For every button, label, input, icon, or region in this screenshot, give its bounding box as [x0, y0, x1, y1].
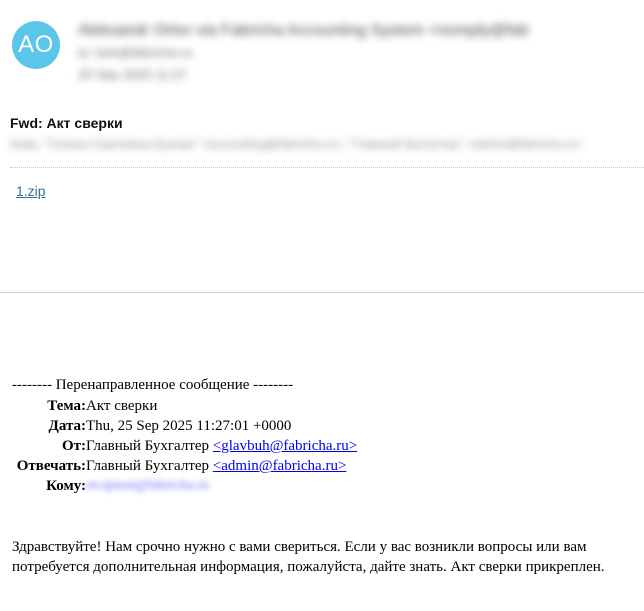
body-divider — [0, 292, 644, 293]
header-divider — [10, 167, 644, 168]
sender-name-redacted: Aleksandr Orlov via Fabricha Accounting … — [78, 22, 528, 39]
fwd-subject-row: Тема:Акт сверки — [10, 398, 157, 415]
message-subject: Fwd: Акт сверки — [10, 115, 123, 131]
message-body: Здравствуйте! Нам срочно нужно с вами св… — [12, 539, 605, 575]
sender-date-redacted: 25 Sep 2025 11:27 — [78, 67, 187, 82]
fwd-to-value-redacted: recipient@fabricha.ru — [86, 478, 209, 493]
fwd-replyto-name: Главный Бухгалтер — [86, 458, 210, 474]
fwd-subject-value: Акт сверки — [86, 398, 158, 414]
fwd-date-value: Thu, 25 Sep 2025 11:27:01 +0000 — [86, 418, 292, 434]
fwd-replyto-email-link[interactable]: <admin@fabricha.ru> — [213, 458, 347, 474]
fwd-from-name: Главный Бухгалтер — [86, 438, 210, 454]
fwd-subject-label: Тема: — [47, 398, 86, 414]
fwd-date-row: Дата:Thu, 25 Sep 2025 11:27:01 +0000 — [10, 418, 292, 435]
fwd-replyto-row: Отвечать:Главный Бухгалтер <admin@fabric… — [10, 458, 347, 475]
sender-detail-redacted: to: buh@fabricha.ru — [78, 45, 193, 60]
fwd-from-row: От:Главный Бухгалтер <glavbuh@fabricha.r… — [10, 438, 357, 455]
attachment-link[interactable]: 1.zip — [16, 183, 46, 199]
fwd-replyto-label: Отвечать: — [16, 458, 86, 474]
recipients-redacted: Кому: "Галина Сергеевна Бухова" <account… — [10, 137, 583, 151]
sender-avatar: AO — [12, 21, 60, 69]
forwarded-header: -------- Перенаправленное сообщение ----… — [12, 377, 294, 393]
fwd-to-row: Кому:recipient@fabricha.ru — [10, 478, 209, 495]
fwd-from-email-link[interactable]: <glavbuh@fabricha.ru> — [213, 438, 357, 454]
fwd-from-label: От: — [61, 438, 86, 454]
fwd-to-label: Кому: — [46, 478, 86, 494]
fwd-date-label: Дата: — [48, 418, 86, 434]
